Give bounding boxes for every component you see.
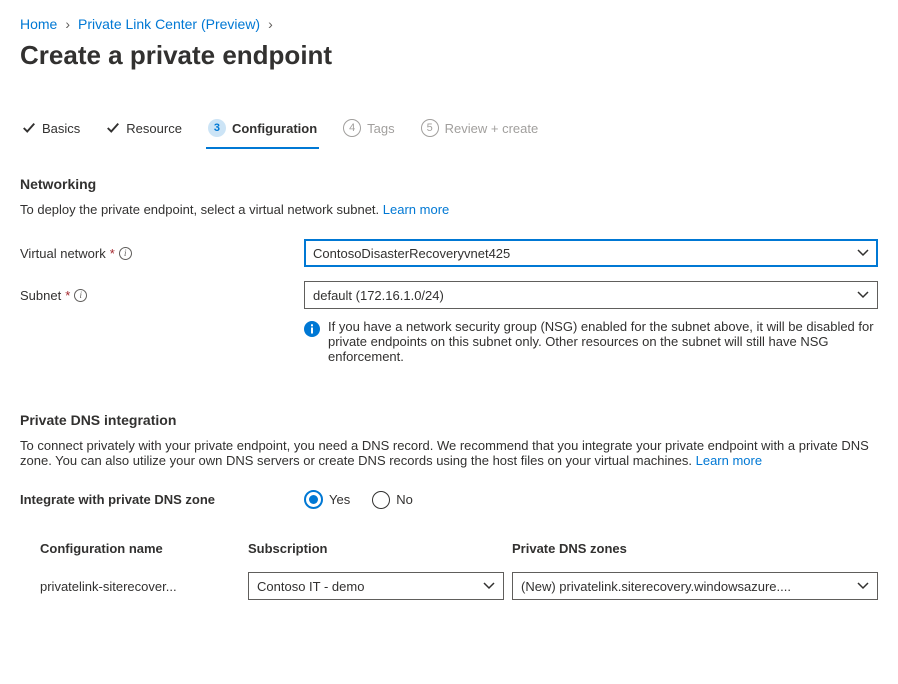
tab-label: Basics bbox=[42, 121, 80, 136]
integrate-label: Integrate with private DNS zone bbox=[20, 492, 304, 507]
nsg-info-text: If you have a network security group (NS… bbox=[328, 319, 878, 364]
config-name-cell: privatelink-siterecover... bbox=[40, 579, 240, 594]
chevron-down-icon bbox=[483, 580, 495, 592]
step-number: 3 bbox=[208, 119, 226, 137]
radio-no-label: No bbox=[396, 492, 413, 507]
integrate-no-radio[interactable]: No bbox=[372, 490, 413, 509]
dns-zone-select[interactable]: (New) privatelink.siterecovery.windowsaz… bbox=[512, 572, 878, 600]
integrate-radio-group: Yes No bbox=[304, 490, 413, 509]
tab-basics[interactable]: Basics bbox=[20, 115, 82, 149]
tab-tags[interactable]: 4 Tags bbox=[341, 115, 396, 149]
chevron-down-icon bbox=[857, 289, 869, 301]
col-config-name: Configuration name bbox=[40, 541, 240, 556]
tab-review-create[interactable]: 5 Review + create bbox=[419, 115, 541, 149]
integrate-row: Integrate with private DNS zone Yes No bbox=[20, 490, 878, 509]
page-title: Create a private endpoint bbox=[20, 40, 878, 71]
info-icon[interactable]: i bbox=[119, 247, 132, 260]
subnet-select[interactable]: default (172.16.1.0/24) bbox=[304, 281, 878, 309]
info-icon bbox=[304, 321, 320, 337]
table-row: privatelink-siterecover... Contoso IT - … bbox=[40, 572, 878, 600]
nsg-info: If you have a network security group (NS… bbox=[304, 319, 878, 364]
step-number: 5 bbox=[421, 119, 439, 137]
chevron-down-icon bbox=[857, 580, 869, 592]
breadcrumb: Home › Private Link Center (Preview) › bbox=[20, 16, 878, 32]
check-icon bbox=[106, 121, 120, 135]
virtual-network-select[interactable]: ContosoDisasterRecoveryvnet425 bbox=[304, 239, 878, 267]
dns-zone-value: (New) privatelink.siterecovery.windowsaz… bbox=[521, 579, 791, 594]
wizard-tabs: Basics Resource 3 Configuration 4 Tags 5… bbox=[20, 115, 878, 150]
section-dns-heading: Private DNS integration bbox=[20, 412, 878, 428]
subscription-select[interactable]: Contoso IT - demo bbox=[248, 572, 504, 600]
required-star: * bbox=[65, 288, 70, 303]
section-networking-desc: To deploy the private endpoint, select a… bbox=[20, 202, 878, 217]
tab-configuration[interactable]: 3 Configuration bbox=[206, 115, 319, 149]
subnet-value: default (172.16.1.0/24) bbox=[313, 288, 444, 303]
check-icon bbox=[22, 121, 36, 135]
virtual-network-row: Virtual network * i ContosoDisasterRecov… bbox=[20, 239, 878, 267]
tab-resource[interactable]: Resource bbox=[104, 115, 184, 149]
required-star: * bbox=[110, 246, 115, 261]
virtual-network-value: ContosoDisasterRecoveryvnet425 bbox=[313, 246, 510, 261]
radio-yes-label: Yes bbox=[329, 492, 350, 507]
col-zones: Private DNS zones bbox=[512, 541, 878, 556]
tab-label: Tags bbox=[367, 121, 394, 136]
tab-label: Review + create bbox=[445, 121, 539, 136]
dns-table: Configuration name Subscription Private … bbox=[20, 541, 878, 600]
breadcrumb-private-link-center[interactable]: Private Link Center (Preview) bbox=[78, 16, 260, 32]
learn-more-link[interactable]: Learn more bbox=[383, 202, 449, 217]
chevron-right-icon: › bbox=[65, 16, 70, 32]
chevron-down-icon bbox=[857, 247, 869, 259]
integrate-yes-radio[interactable]: Yes bbox=[304, 490, 350, 509]
chevron-right-icon: › bbox=[268, 16, 273, 32]
subnet-row: Subnet * i default (172.16.1.0/24) bbox=[20, 281, 878, 309]
tab-label: Configuration bbox=[232, 121, 317, 136]
breadcrumb-home[interactable]: Home bbox=[20, 16, 57, 32]
step-number: 4 bbox=[343, 119, 361, 137]
subscription-value: Contoso IT - demo bbox=[257, 579, 364, 594]
tab-label: Resource bbox=[126, 121, 182, 136]
info-icon[interactable]: i bbox=[74, 289, 87, 302]
subnet-label: Subnet * i bbox=[20, 288, 304, 303]
section-dns-desc: To connect privately with your private e… bbox=[20, 438, 878, 468]
dns-table-header: Configuration name Subscription Private … bbox=[40, 541, 878, 556]
col-subscription: Subscription bbox=[248, 541, 504, 556]
virtual-network-label: Virtual network * i bbox=[20, 246, 304, 261]
section-networking-heading: Networking bbox=[20, 176, 878, 192]
learn-more-link[interactable]: Learn more bbox=[696, 453, 762, 468]
